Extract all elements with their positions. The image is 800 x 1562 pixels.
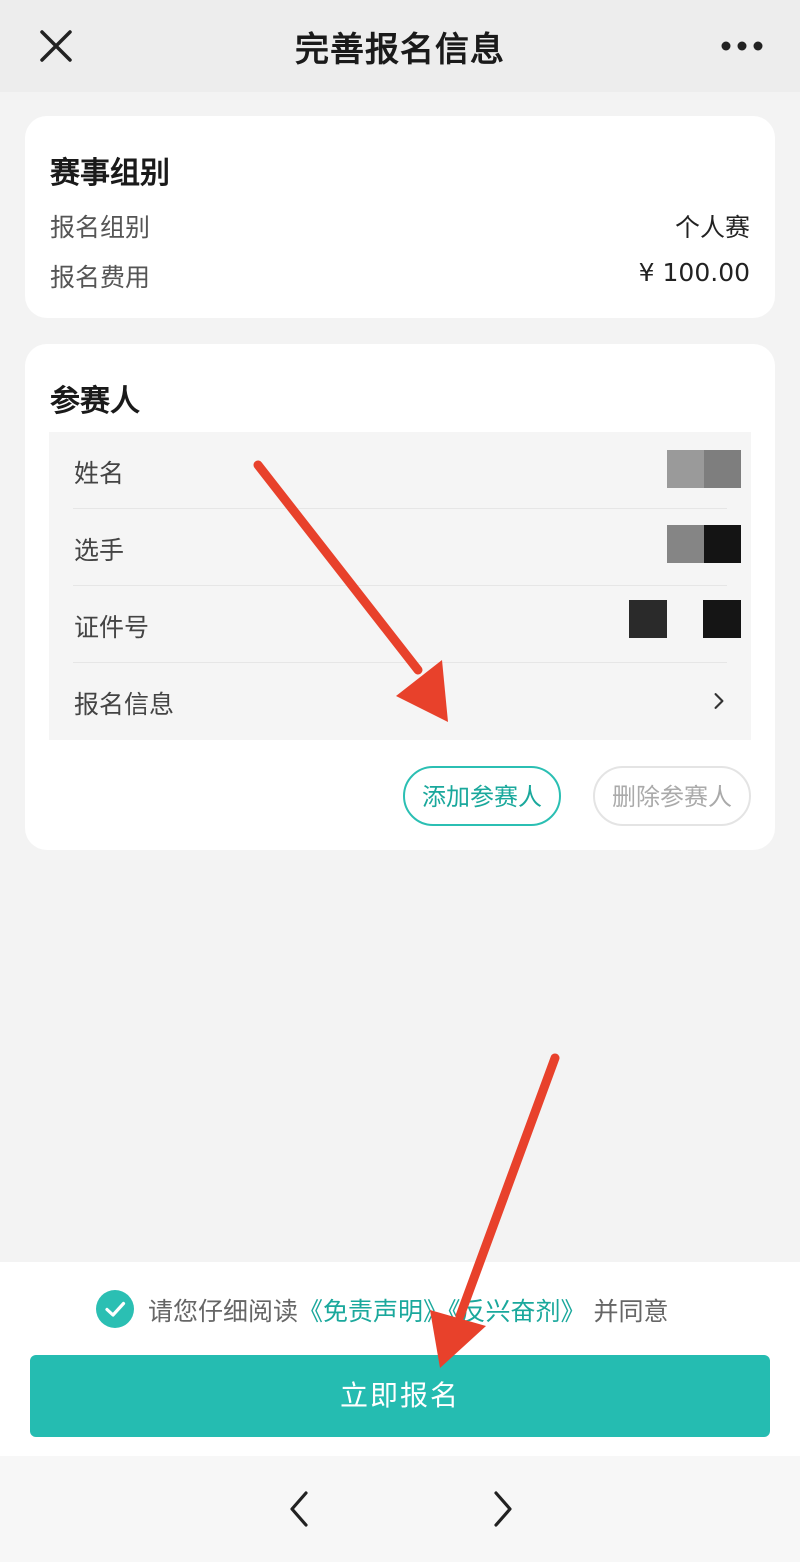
participant-info-block: 姓名 选手 证件号 报名信息 [49,432,751,740]
row-label-signup-info: 报名信息 [74,690,175,719]
row-label-id: 证件号 [74,613,150,642]
participant-row-player: 选手 [49,509,751,586]
checkmark-icon [105,1301,126,1317]
bottom-nav-bar [0,1456,800,1562]
back-arrow-icon[interactable] [284,1488,314,1530]
redacted-id-part-1 [629,600,667,638]
add-participant-button[interactable]: 添加参赛人 [403,766,561,826]
forward-arrow-icon[interactable] [488,1488,518,1530]
row-label-player: 选手 [74,536,125,565]
group-value: 个人赛 [674,213,750,242]
agree-suffix: 并同意 [593,1297,669,1326]
fee-value: ¥ 100.00 [638,258,750,287]
anti-doping-link[interactable]: 《反兴奋剂》 [448,1297,586,1326]
register-now-button[interactable]: 立即报名 [30,1355,770,1437]
participant-row-id: 证件号 [49,586,751,663]
disclaimer-link[interactable]: 《免责声明》 [298,1297,448,1326]
participant-row-signup-info[interactable]: 报名信息 [49,663,751,740]
more-dots-icon[interactable] [720,36,764,56]
delete-participant-button[interactable]: 删除参赛人 [593,766,751,826]
redacted-name [667,450,741,488]
group-label: 报名组别 [50,213,151,242]
row-label-name: 姓名 [74,459,125,488]
redacted-id-part-2 [703,600,741,638]
page-title: 完善报名信息 [295,30,505,70]
fee-label: 报名费用 [50,263,151,292]
event-group-title: 赛事组别 [50,156,170,191]
agree-prefix: 请您仔细阅读 [148,1297,299,1326]
participants-title: 参赛人 [50,384,140,419]
redacted-player [667,525,741,563]
participant-row-name: 姓名 [49,432,751,509]
chevron-right-icon [714,693,724,709]
event-group-card: 赛事组别 报名组别 个人赛 报名费用 ¥ 100.00 [25,116,775,318]
agree-checkbox[interactable] [96,1290,134,1328]
agreement-text: 请您仔细阅读《免责声明》《反兴奋剂》 并同意 [148,1292,669,1328]
participants-card: 参赛人 姓名 选手 证件号 报名信息 添加参赛人 删除参赛人 [25,344,775,850]
top-bar: 完善报名信息 [0,0,800,92]
footer-panel: 请您仔细阅读《免责声明》《反兴奋剂》 并同意 立即报名 [0,1262,800,1456]
